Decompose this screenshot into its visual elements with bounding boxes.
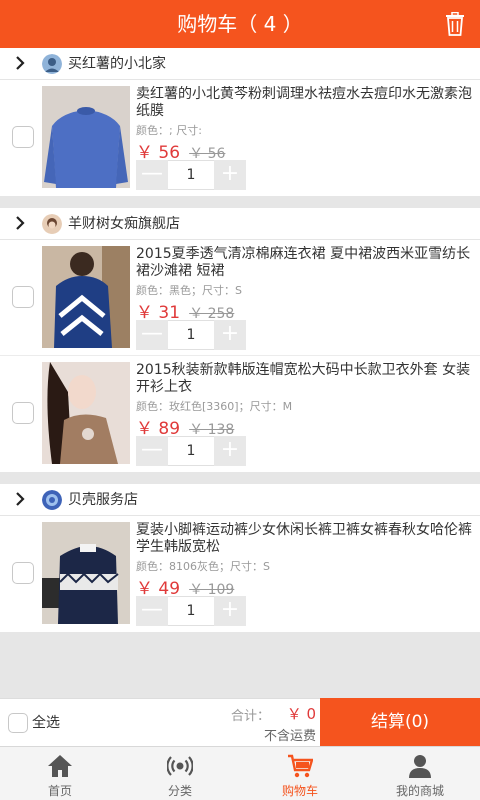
quantity-input[interactable]: 1 [168, 160, 214, 190]
shop-name[interactable]: 贝壳服务店 [68, 484, 138, 516]
product-image[interactable] [42, 246, 130, 348]
item-checkbox[interactable] [12, 126, 34, 148]
shipping-note: 不含运费 [263, 729, 316, 744]
quantity-stepper: — 1 + [136, 320, 246, 350]
cart-item: 卖红薯的小北黄芩粉刺调理水祛痘水去痘印水无激素泡纸膜 颜色：; 尺寸: ￥ 56… [0, 80, 480, 196]
trash-icon[interactable] [444, 12, 466, 36]
increase-button[interactable]: + [214, 596, 246, 626]
select-all-checkbox[interactable] [8, 713, 28, 733]
tab-label: 分类 [167, 784, 192, 798]
product-title[interactable]: 2015秋装新款韩版连帽宽松大码中长款卫衣外套 女装开衫上衣 [136, 362, 472, 396]
cart-item: 2015夏季透气清凉棉麻连衣裙 夏中裙波西米亚雪纺长裙沙滩裙 短裙 颜色：黑色；… [0, 240, 480, 356]
chevron-right-icon[interactable] [14, 492, 26, 506]
shop-group: 贝壳服务店 夏装小脚裤运动裤少女休闲长裤卫裤女裤春秋女哈伦裤学生韩版宽松 颜色：… [0, 484, 480, 632]
quantity-stepper: — 1 + [136, 436, 246, 466]
product-attributes: 颜色：黑色；尺寸：S [136, 284, 242, 297]
shop-name[interactable]: 买红薯的小北家 [68, 48, 166, 80]
increase-button[interactable]: + [214, 436, 246, 466]
item-checkbox[interactable] [12, 402, 34, 424]
tab-label: 首页 [47, 784, 72, 798]
product-attributes: 颜色：8106灰色；尺寸：S [136, 560, 270, 573]
item-checkbox[interactable] [12, 562, 34, 584]
item-checkbox[interactable] [12, 286, 34, 308]
shop-group: 买红薯的小北家 卖红薯的小北黄芩粉刺调理水祛痘水去痘印水无激素泡纸膜 颜色：; … [0, 48, 480, 196]
top-bar: 购物车（ 4 ） [0, 0, 480, 48]
decrease-button[interactable]: — [136, 320, 168, 350]
select-all-label[interactable]: 全选 [32, 713, 60, 733]
shop-avatar [42, 54, 62, 74]
shop-header[interactable]: 贝壳服务店 [0, 484, 480, 516]
tab-category[interactable]: 分类 [120, 747, 240, 800]
quantity-input[interactable]: 1 [168, 596, 214, 626]
chevron-right-icon[interactable] [14, 216, 26, 230]
cart-item: 2015秋装新款韩版连帽宽松大码中长款卫衣外套 女装开衫上衣 颜色：玫红色[33… [0, 356, 480, 472]
decrease-button[interactable]: — [136, 596, 168, 626]
tab-my-store[interactable]: 我的商城 [360, 747, 480, 800]
product-attributes: 颜色：玫红色[3360]；尺寸：M [136, 400, 293, 413]
cart-item: 夏装小脚裤运动裤少女休闲长裤卫裤女裤春秋女哈伦裤学生韩版宽松 颜色：8106灰色… [0, 516, 480, 632]
page-title: 购物车（ 4 ） [177, 12, 303, 36]
broadcast-icon [167, 756, 193, 776]
increase-button[interactable]: + [214, 320, 246, 350]
quantity-input[interactable]: 1 [168, 436, 214, 466]
user-icon [409, 755, 431, 778]
shop-name[interactable]: 羊财树女痴旗舰店 [68, 208, 180, 240]
total-value: ￥ 0 [286, 705, 316, 723]
checkout-button[interactable]: 结算(0) [320, 698, 480, 747]
quantity-stepper: — 1 + [136, 596, 246, 626]
cart-icon [288, 754, 313, 778]
product-image[interactable] [42, 86, 130, 188]
tab-home[interactable]: 首页 [0, 747, 120, 800]
shop-header[interactable]: 羊财树女痴旗舰店 [0, 208, 480, 240]
quantity-input[interactable]: 1 [168, 320, 214, 350]
checkout-bar: 全选 合计： ￥ 0 不含运费 结算(0) [0, 698, 480, 747]
product-image[interactable] [42, 362, 130, 464]
product-title[interactable]: 2015夏季透气清凉棉麻连衣裙 夏中裙波西米亚雪纺长裙沙滩裙 短裙 [136, 246, 472, 280]
shop-header[interactable]: 买红薯的小北家 [0, 48, 480, 80]
product-title[interactable]: 夏装小脚裤运动裤少女休闲长裤卫裤女裤春秋女哈伦裤学生韩版宽松 [136, 522, 472, 556]
product-title[interactable]: 卖红薯的小北黄芩粉刺调理水祛痘水去痘印水无激素泡纸膜 [136, 86, 472, 120]
product-image[interactable] [42, 522, 130, 624]
tab-label: 我的商城 [395, 784, 444, 798]
shop-avatar [42, 490, 62, 510]
tab-cart[interactable]: 购物车 [240, 747, 360, 800]
product-attributes: 颜色：; 尺寸: [136, 124, 202, 137]
cart-list[interactable]: 买红薯的小北家 卖红薯的小北黄芩粉刺调理水祛痘水去痘印水无激素泡纸膜 颜色：; … [0, 48, 480, 698]
total-label: 合计： [230, 709, 270, 724]
decrease-button[interactable]: — [136, 160, 168, 190]
quantity-stepper: — 1 + [136, 160, 246, 190]
chevron-right-icon[interactable] [14, 56, 26, 70]
decrease-button[interactable]: — [136, 436, 168, 466]
shop-avatar [42, 214, 62, 234]
home-icon [48, 755, 72, 777]
increase-button[interactable]: + [214, 160, 246, 190]
bottom-tab-bar: 首页 分类 购物车 我的商城 [0, 746, 480, 800]
tab-label: 购物车 [281, 784, 318, 798]
shop-group: 羊财树女痴旗舰店 2015夏季透气清凉棉麻连衣裙 夏中裙波西米亚雪纺长裙沙滩裙 … [0, 208, 480, 472]
